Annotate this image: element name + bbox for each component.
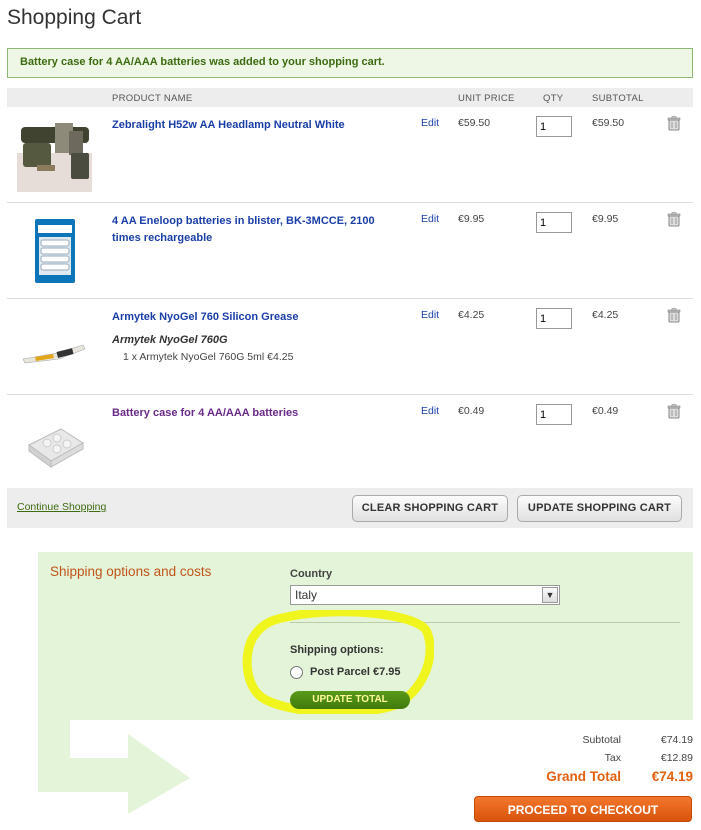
- edit-link[interactable]: Edit: [421, 117, 439, 129]
- chevron-down-icon[interactable]: ▼: [542, 587, 558, 603]
- option-line: 1 x Armytek NyoGel 760G 5ml €4.25: [123, 351, 294, 363]
- row-subtotal: €9.95: [592, 213, 619, 225]
- subtotal-label: Subtotal: [582, 734, 621, 746]
- cart-table-header: PRODUCT NAME UNIT PRICE QTY SUBTOTAL: [7, 88, 693, 107]
- qty-input[interactable]: [536, 308, 572, 329]
- unit-price: €9.95: [458, 213, 485, 225]
- cart-row: Battery case for 4 AA/AAA batteries Edit…: [7, 395, 693, 491]
- trash-icon[interactable]: [667, 212, 681, 227]
- unit-price: €0.49: [458, 405, 485, 417]
- update-total-button[interactable]: UPDATE TOTAL: [290, 691, 410, 709]
- page-title: Shopping Cart: [7, 6, 142, 29]
- success-message: Battery case for 4 AA/AAA batteries was …: [7, 48, 693, 78]
- proceed-to-checkout-button[interactable]: PROCEED TO CHECKOUT: [474, 796, 692, 822]
- shipping-title: Shipping options and costs: [50, 564, 212, 579]
- product-name-link[interactable]: Armytek NyoGel 760 Silicon Grease: [112, 309, 402, 326]
- eneloop-pack-image[interactable]: [17, 213, 92, 288]
- trash-icon[interactable]: [667, 308, 681, 323]
- update-cart-button[interactable]: UPDATE SHOPPING CART: [517, 495, 682, 522]
- tax-value: €12.89: [660, 752, 693, 764]
- subtotal-value: €74.19: [660, 734, 693, 746]
- cart-row: Zebralight H52w AA Headlamp Neutral Whit…: [7, 107, 693, 203]
- unit-price: €4.25: [458, 309, 485, 321]
- unit-price: €59.50: [458, 117, 491, 129]
- qty-input[interactable]: [536, 116, 572, 137]
- col-subtotal: SUBTOTAL: [592, 93, 644, 104]
- qty-input[interactable]: [536, 404, 572, 425]
- tax-label: Tax: [604, 752, 621, 764]
- cart-row: Armytek NyoGel 760 Silicon Grease Armyte…: [7, 299, 693, 395]
- edit-link[interactable]: Edit: [421, 405, 439, 417]
- product-name-link[interactable]: Zebralight H52w AA Headlamp Neutral Whit…: [112, 117, 402, 134]
- product-name-link[interactable]: Battery case for 4 AA/AAA batteries: [112, 405, 402, 422]
- cart-row: 4 AA Eneloop batteries in blister, BK-3M…: [7, 203, 693, 299]
- row-subtotal: €4.25: [592, 309, 619, 321]
- trash-icon[interactable]: [667, 116, 681, 131]
- shipping-option-label[interactable]: Post Parcel €7.95: [310, 666, 401, 678]
- cart-actions-bar: Continue Shopping CLEAR SHOPPING CART UP…: [7, 488, 693, 528]
- trash-icon[interactable]: [667, 404, 681, 419]
- country-select[interactable]: Italy ▼: [290, 585, 560, 605]
- edit-link[interactable]: Edit: [421, 309, 439, 321]
- battery-case-image[interactable]: [17, 405, 92, 480]
- option-name: Armytek NyoGel 760G: [112, 334, 228, 346]
- shipping-option-radio[interactable]: [290, 666, 303, 679]
- row-subtotal: €59.50: [592, 117, 625, 129]
- arrow-decoration-icon: [38, 720, 190, 814]
- continue-shopping-link[interactable]: Continue Shopping: [17, 501, 106, 513]
- shipping-panel: Shipping options and costs Country Italy…: [38, 552, 693, 720]
- row-subtotal: €0.49: [592, 405, 619, 417]
- edit-link[interactable]: Edit: [421, 213, 439, 225]
- col-product-name: PRODUCT NAME: [112, 93, 193, 104]
- country-value: Italy: [295, 588, 318, 602]
- country-label: Country: [290, 568, 333, 580]
- headlamp-image[interactable]: [17, 117, 92, 192]
- product-name-link[interactable]: 4 AA Eneloop batteries in blister, BK-3M…: [112, 213, 402, 247]
- qty-input[interactable]: [536, 212, 572, 233]
- grand-total-label: Grand Total: [546, 769, 621, 784]
- clear-cart-button[interactable]: CLEAR SHOPPING CART: [352, 495, 508, 522]
- grease-tube-image[interactable]: [17, 309, 92, 384]
- shipping-options-label: Shipping options:: [290, 644, 384, 656]
- grand-total-value: €74.19: [651, 769, 693, 784]
- col-unit-price: UNIT PRICE: [458, 93, 515, 104]
- col-qty: QTY: [543, 93, 564, 104]
